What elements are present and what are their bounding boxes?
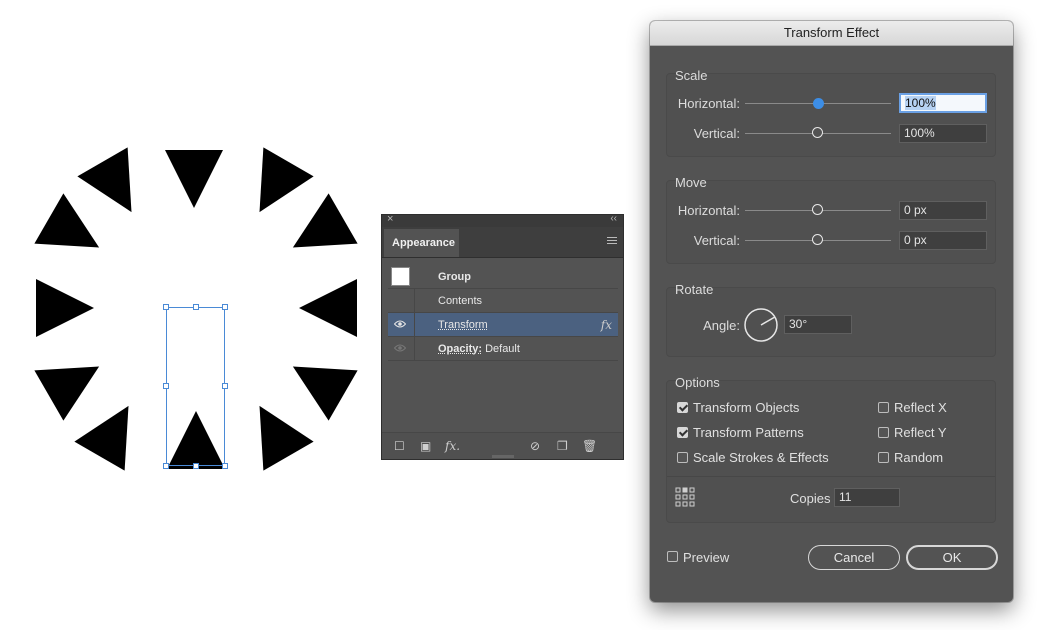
clear-appearance-icon[interactable]: ⊘: [530, 439, 540, 453]
reference-point-icon[interactable]: [675, 487, 695, 507]
transform-objects-label[interactable]: Transform Objects: [693, 400, 799, 415]
row-label: Group: [438, 271, 471, 283]
selection-handle[interactable]: [222, 304, 228, 310]
move-horizontal-label: Horizontal:: [677, 203, 740, 218]
selection-handle[interactable]: [163, 463, 169, 469]
triangle-shape[interactable]: [36, 279, 94, 337]
options-label: Options: [675, 375, 720, 390]
eye-icon[interactable]: [394, 320, 406, 328]
move-horizontal-input[interactable]: 0 px: [899, 201, 987, 220]
add-effect-icon[interactable]: fx.: [445, 439, 460, 453]
artboard[interactable]: [0, 0, 380, 630]
group-thumbnail: [391, 267, 410, 286]
move-vertical-slider-thumb[interactable]: [812, 234, 823, 245]
panel-menu-icon[interactable]: [607, 237, 617, 246]
appearance-row-group[interactable]: Group: [388, 265, 618, 289]
row-label[interactable]: Transform: [438, 319, 488, 331]
selection-handle[interactable]: [163, 304, 169, 310]
selection-handle[interactable]: [222, 463, 228, 469]
move-label: Move: [675, 175, 707, 190]
copies-input[interactable]: 11: [834, 488, 900, 507]
triangle-shape[interactable]: [299, 279, 357, 337]
angle-input[interactable]: 30°: [784, 315, 852, 334]
scale-vertical-label: Vertical:: [693, 126, 740, 141]
scale-strokes-checkbox[interactable]: [677, 452, 688, 463]
reflect-x-label[interactable]: Reflect X: [894, 400, 947, 415]
random-checkbox[interactable]: [878, 452, 889, 463]
move-horizontal-slider-thumb[interactable]: [812, 204, 823, 215]
angle-dial-icon[interactable]: [743, 307, 779, 343]
appearance-row-transform[interactable]: Transform fx: [388, 313, 618, 337]
panel-titlebar: × ‹‹: [382, 213, 623, 227]
selection-handle[interactable]: [163, 383, 169, 389]
appearance-row-opacity[interactable]: Opacity: Default: [388, 337, 618, 361]
row-label: Contents: [438, 295, 483, 307]
reflect-x-checkbox[interactable]: [878, 402, 889, 413]
panel-footer: ☐ ▣ fx. ⊘ ❐ 🗑: [382, 432, 623, 459]
copies-label: Copies: [790, 491, 831, 506]
reflect-y-checkbox[interactable]: [878, 427, 889, 438]
collapse-icon[interactable]: ‹‹: [610, 213, 617, 224]
scale-group: [666, 73, 996, 157]
tab-appearance[interactable]: Appearance: [384, 229, 459, 257]
appearance-panel: × ‹‹ Appearance Group Contents Transform…: [381, 213, 624, 460]
add-stroke-icon[interactable]: ☐: [394, 439, 405, 453]
scale-horizontal-label: Horizontal:: [677, 96, 740, 111]
preview-label[interactable]: Preview: [683, 550, 729, 565]
transform-objects-checkbox[interactable]: [677, 402, 688, 413]
cancel-button[interactable]: Cancel: [808, 545, 900, 570]
scale-horizontal-slider-thumb[interactable]: [813, 98, 824, 109]
rotate-label: Rotate: [675, 282, 714, 297]
close-icon[interactable]: ×: [387, 213, 393, 225]
trash-icon[interactable]: 🗑: [582, 439, 597, 453]
panel-tab-row: Appearance: [382, 227, 623, 258]
duplicate-item-icon[interactable]: ❐: [557, 439, 568, 453]
transform-patterns-label[interactable]: Transform Patterns: [693, 425, 804, 440]
selection-handle[interactable]: [193, 304, 199, 310]
random-label[interactable]: Random: [894, 450, 943, 465]
selection-bounding-box[interactable]: [166, 307, 225, 466]
move-group: [666, 180, 996, 264]
angle-label: Angle:: [703, 318, 740, 333]
selection-handle[interactable]: [222, 383, 228, 389]
selection-handle[interactable]: [193, 463, 199, 469]
preview-checkbox[interactable]: [667, 551, 678, 562]
scale-vertical-slider-thumb[interactable]: [812, 127, 823, 138]
appearance-row-contents[interactable]: Contents: [388, 289, 618, 313]
dialog-title: Transform Effect: [650, 21, 1013, 46]
triangle-shape[interactable]: [165, 150, 223, 208]
fx-icon[interactable]: fx: [601, 318, 612, 332]
move-vertical-input[interactable]: 0 px: [899, 231, 987, 250]
resize-grip[interactable]: [492, 455, 514, 458]
ok-button[interactable]: OK: [906, 545, 998, 570]
eye-icon[interactable]: [394, 344, 406, 352]
transform-effect-dialog: Transform Effect Scale Horizontal: 100% …: [650, 21, 1013, 602]
scale-strokes-label[interactable]: Scale Strokes & Effects: [693, 450, 829, 465]
transform-patterns-checkbox[interactable]: [677, 427, 688, 438]
scale-label: Scale: [675, 68, 708, 83]
reflect-y-label[interactable]: Reflect Y: [894, 425, 947, 440]
move-vertical-label: Vertical:: [693, 233, 740, 248]
scale-vertical-input[interactable]: 100%: [899, 124, 987, 143]
row-label: Opacity: Default: [438, 343, 520, 355]
add-fill-icon[interactable]: ▣: [420, 439, 431, 453]
scale-horizontal-input[interactable]: 100%: [899, 93, 987, 113]
